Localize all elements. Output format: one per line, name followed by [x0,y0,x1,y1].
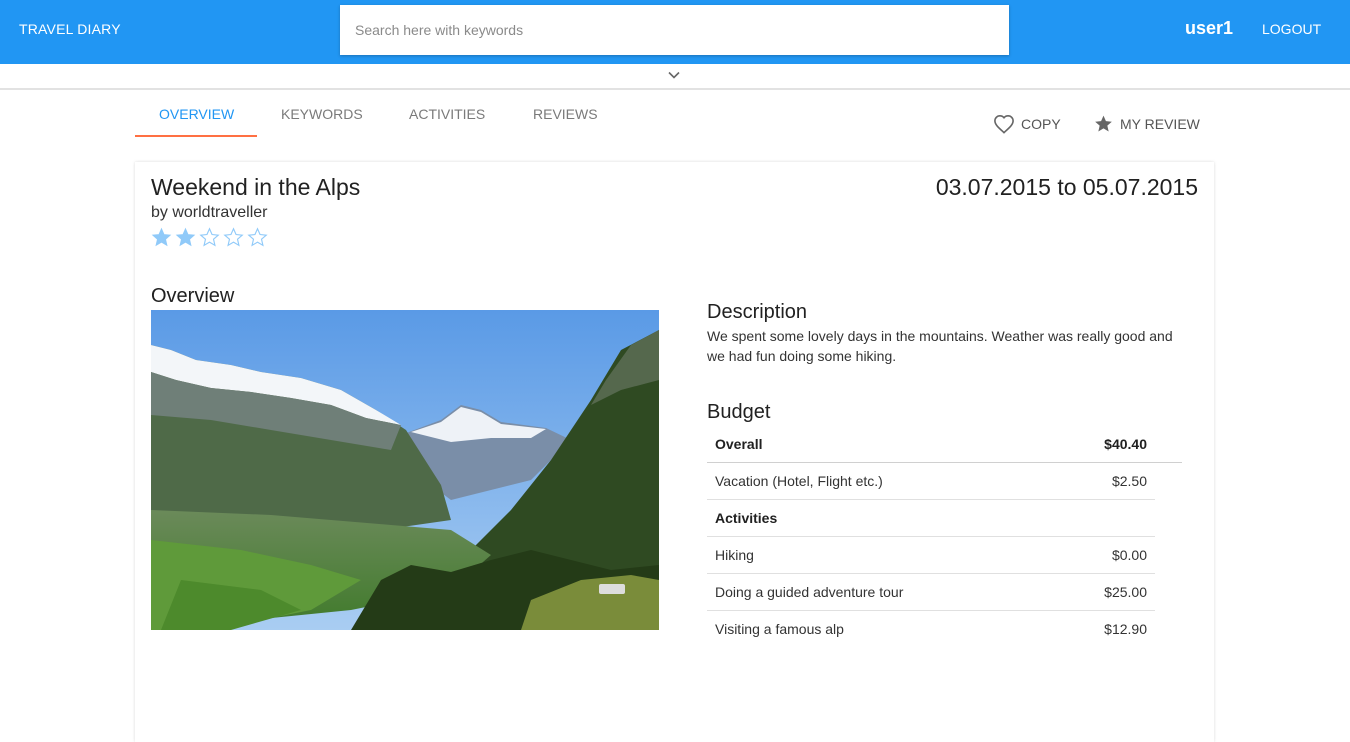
budget-overall-value: $40.40 [1054,425,1155,463]
chevron-down-icon[interactable] [667,68,681,82]
table-row: Visiting a famous alp $12.90 [707,611,1155,648]
budget-group-value [1054,499,1155,537]
brand-link[interactable]: TRAVEL DIARY [19,21,121,37]
budget-item-label: Visiting a famous alp [715,621,844,637]
table-row: Hiking $0.00 [707,536,1155,574]
budget-item-value: $0.00 [1054,536,1155,574]
overview-heading: Overview [151,285,235,307]
copy-button[interactable]: COPY [993,114,1061,134]
active-tab-indicator [135,135,257,137]
divider [707,462,1182,463]
budget-overall-label: Overall [707,425,1055,463]
heart-outline-icon [994,114,1014,134]
table-row: Activities [707,499,1155,537]
table-row: Overall $40.40 [707,425,1155,463]
tab-keywords[interactable]: KEYWORDS [281,106,363,122]
trip-title: Weekend in the Alps [151,174,361,200]
budget-item-label: Doing a guided adventure tour [707,573,1055,611]
search-box[interactable] [340,5,1009,55]
star-outline-icon [199,227,220,247]
budget-item-value: $12.90 [1104,621,1147,637]
budget-item-value: $25.00 [1054,573,1155,611]
budget-item-label: Vacation (Hotel, Flight etc.) [707,462,1055,500]
budget-item-value: $2.50 [1054,462,1155,500]
table-row: Doing a guided adventure tour $25.00 [707,573,1155,611]
tab-reviews[interactable]: REVIEWS [533,106,598,122]
username[interactable]: user1 [1185,18,1233,39]
mountain-landscape-image [151,310,659,630]
budget-item-label: Hiking [707,536,1055,574]
description-text: We spent some lovely days in the mountai… [707,328,1173,364]
star-outline-icon [247,227,268,247]
star-filled-icon [151,227,172,247]
search-input[interactable] [340,5,1009,55]
search-options-toggle[interactable] [0,64,1350,90]
budget-heading: Budget [707,401,771,423]
star-icon [1095,115,1112,132]
star-outline-icon [223,227,244,247]
rating-stars [151,227,271,248]
my-review-label: MY REVIEW [1120,116,1200,132]
budget-table: Overall $40.40 Vacation (Hotel, Flight e… [707,425,1155,647]
copy-label: COPY [1021,116,1061,132]
my-review-button[interactable]: MY REVIEW [1093,114,1200,134]
logout-button[interactable]: LOGOUT [1262,21,1321,37]
table-row: Vacation (Hotel, Flight etc.) $2.50 [707,462,1155,500]
tab-overview[interactable]: OVERVIEW [159,106,234,122]
star-filled-icon [175,227,196,247]
budget-group-label: Activities [707,499,1055,537]
app-bar: TRAVEL DIARY user1 LOGOUT [0,0,1350,64]
tab-activities[interactable]: ACTIVITIES [409,106,485,122]
trip-photo [151,310,659,630]
description-heading: Description [707,301,808,323]
trip-dates: 03.07.2015 to 05.07.2015 [935,174,1198,200]
trip-author: by worldtraveller [151,204,268,221]
